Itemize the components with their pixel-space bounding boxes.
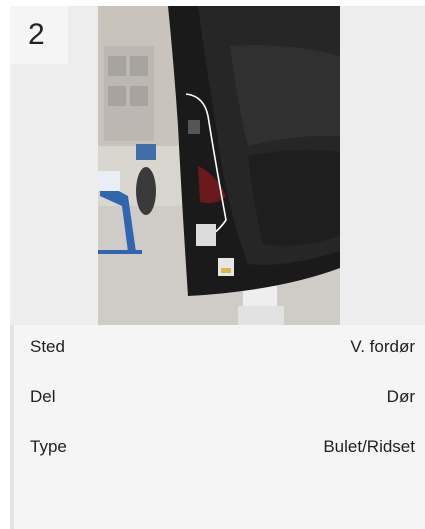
detail-row-type: Type Bulet/Ridset xyxy=(30,436,415,486)
photo-area: 2 xyxy=(10,6,425,325)
detail-value: Bulet/Ridset xyxy=(323,437,415,456)
detail-value: V. fordør xyxy=(350,337,415,356)
detail-row-location: Sted V. fordør xyxy=(30,336,415,386)
damage-number: 2 xyxy=(10,6,68,64)
detail-label: Del xyxy=(30,387,56,406)
detail-label: Type xyxy=(30,437,67,456)
damage-details: Sted V. fordør Del Dør Type Bulet/Ridset xyxy=(30,336,415,486)
detail-label: Sted xyxy=(30,337,65,356)
car-door-photo-icon xyxy=(98,6,340,325)
car-door-photo[interactable] xyxy=(98,6,340,325)
damage-card[interactable]: 2 Sted V. fordør Del Dør Type Bulet/Rids… xyxy=(10,6,425,529)
detail-row-part: Del Dør xyxy=(30,386,415,436)
detail-value: Dør xyxy=(386,387,415,406)
